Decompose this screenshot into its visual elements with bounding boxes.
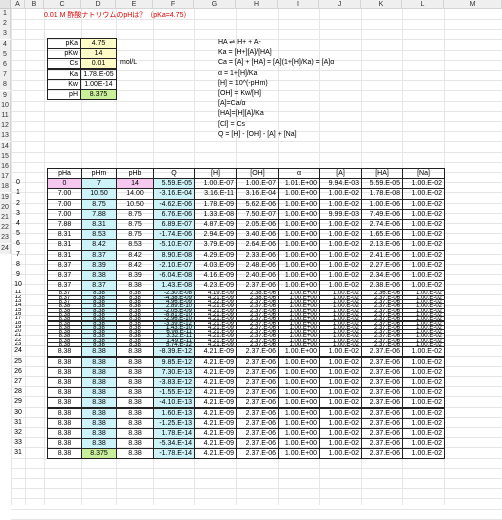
grid-row-line (11, 508, 502, 510)
table-index: 6 (16, 240, 20, 248)
formula-line: Q = [H] - [OH] - [A] + [Na] (218, 130, 297, 138)
table-index: 33 (14, 439, 22, 447)
table-index: 25 (14, 357, 22, 365)
column-header-k[interactable]: K (361, 0, 402, 9)
row-header[interactable]: 17 (0, 172, 11, 183)
formula-line: [Cl] = Cs (218, 120, 246, 128)
grid-row-line (11, 100, 502, 102)
formula-line: [HA]=[H][A]/Ka (218, 110, 264, 118)
formula-line: [A]=Ca/α (218, 100, 246, 108)
grid-col-line (25, 9, 26, 505)
table-index: 4 (16, 220, 20, 227)
table-index: 27 (14, 377, 22, 385)
row-header[interactable]: 20 (0, 202, 11, 213)
table-index: 9 (16, 271, 20, 278)
row-header[interactable]: 1 (0, 9, 11, 19)
table-cell[interactable]: 1.00.E-02 (319, 448, 362, 460)
column-header-h[interactable]: H (236, 0, 278, 9)
formula-line: Ca = [A] + [HA] = [A](1+[H]/Ka) = [A]α (218, 59, 335, 67)
table-index: 31 (14, 418, 22, 426)
table-index: 24 (14, 347, 22, 355)
row-header[interactable]: 21 (0, 213, 11, 223)
table-index: 28 (14, 388, 22, 396)
row-header[interactable]: 14 (0, 141, 11, 152)
table-cell[interactable]: -1.78.E-14 (153, 448, 195, 460)
row-header[interactable]: 16 (0, 162, 11, 172)
row-header[interactable]: 12 (0, 121, 11, 132)
param-unit: mol/L (120, 59, 138, 67)
table-index: 29 (14, 398, 22, 406)
table-cell[interactable]: 4.21.E-09 (194, 448, 237, 460)
row-header[interactable]: 11 (0, 111, 11, 121)
row-header[interactable]: 24 (0, 243, 11, 254)
param-value[interactable]: 8.375 (80, 89, 117, 100)
grid-col-line (44, 9, 45, 505)
grid-row-line (11, 161, 502, 163)
sheet-title[interactable]: 0.01 M 酢酸ナトリウムのpHは？（pKa=4.75） (44, 11, 190, 21)
table-index: 32 (14, 428, 22, 436)
row-header[interactable]: 7 (0, 70, 11, 81)
select-all-corner[interactable] (0, 0, 11, 9)
column-header-g[interactable]: G (194, 0, 236, 9)
param-label: pH (47, 89, 81, 100)
table-cell[interactable]: 8.375 (81, 448, 117, 460)
table-index: 31 (14, 449, 22, 457)
grid-row-line (11, 29, 502, 31)
formula-line: [H] = 10^(-pHm) (218, 79, 268, 87)
column-header-b[interactable]: B (25, 0, 44, 9)
table-index: 8 (16, 260, 20, 268)
column-header-d[interactable]: D (81, 0, 116, 9)
column-header-i[interactable]: I (278, 0, 319, 9)
grid-row-line (11, 141, 502, 143)
table-cell[interactable]: 8.38 (47, 448, 82, 460)
row-header[interactable]: 8 (0, 80, 11, 91)
row-header[interactable]: 19 (0, 192, 11, 203)
formula-line: Ka = [H+][A]/[HA] (218, 49, 272, 57)
row-header[interactable]: 5 (0, 49, 11, 60)
formula-line: [OH] = Kw/[H] (218, 90, 261, 97)
table-cell[interactable]: 8.38 (116, 448, 154, 460)
table-index: 5 (16, 230, 20, 238)
spreadsheet[interactable]: ABCDEFGHIJKLM 1 2 3 4 5 6 7 8 9 10 11 12 13 14 15 16 17 1… (0, 0, 502, 520)
grid-row-line (11, 467, 502, 469)
table-index: 1 (16, 189, 20, 197)
row-header[interactable]: 3 (0, 29, 11, 40)
grid-row-line (11, 488, 502, 490)
row-header[interactable]: 18 (0, 182, 11, 193)
column-header-m[interactable]: M (444, 0, 502, 9)
column-header-f[interactable]: F (153, 0, 194, 9)
row-header[interactable]: 9 (0, 90, 11, 101)
table-cell[interactable]: 1.00.E-02 (402, 448, 445, 460)
row-header[interactable]: 4 (0, 39, 11, 50)
formula-line: α = 1+[H]/Ka (218, 69, 258, 77)
table-cell[interactable]: 2.37.E-06 (361, 448, 403, 460)
table-index: 26 (14, 367, 22, 375)
row-header[interactable]: 22 (0, 223, 11, 234)
grid-row-line (11, 498, 502, 500)
table-index: 3 (16, 209, 20, 217)
row-header[interactable]: 6 (0, 60, 11, 70)
row-header[interactable]: 13 (0, 131, 11, 142)
row-header[interactable]: 10 (0, 100, 11, 111)
table-index: 10 (14, 281, 22, 289)
formula-line: HA ⇌ H+ + A- (218, 39, 261, 46)
column-header-c[interactable]: C (44, 0, 81, 9)
column-header-l[interactable]: L (402, 0, 444, 9)
table-index: 30 (14, 408, 22, 416)
column-header-j[interactable]: J (319, 0, 361, 9)
grid-row-line (11, 478, 502, 479)
table-index: 7 (16, 250, 20, 258)
column-header-e[interactable]: E (116, 0, 153, 9)
row-header[interactable]: 2 (0, 19, 11, 30)
table-cell[interactable]: 2.37.E-06 (236, 448, 279, 460)
row-header[interactable]: 23 (0, 233, 11, 244)
row-header[interactable]: 15 (0, 151, 11, 162)
grid-row-line (11, 151, 502, 153)
table-cell[interactable]: 1.00.E+00 (278, 448, 320, 460)
table-index: 2 (16, 199, 20, 207)
grid-row-line (11, 121, 502, 122)
column-header-a[interactable]: A (11, 0, 25, 9)
table-index: 0 (16, 179, 20, 187)
